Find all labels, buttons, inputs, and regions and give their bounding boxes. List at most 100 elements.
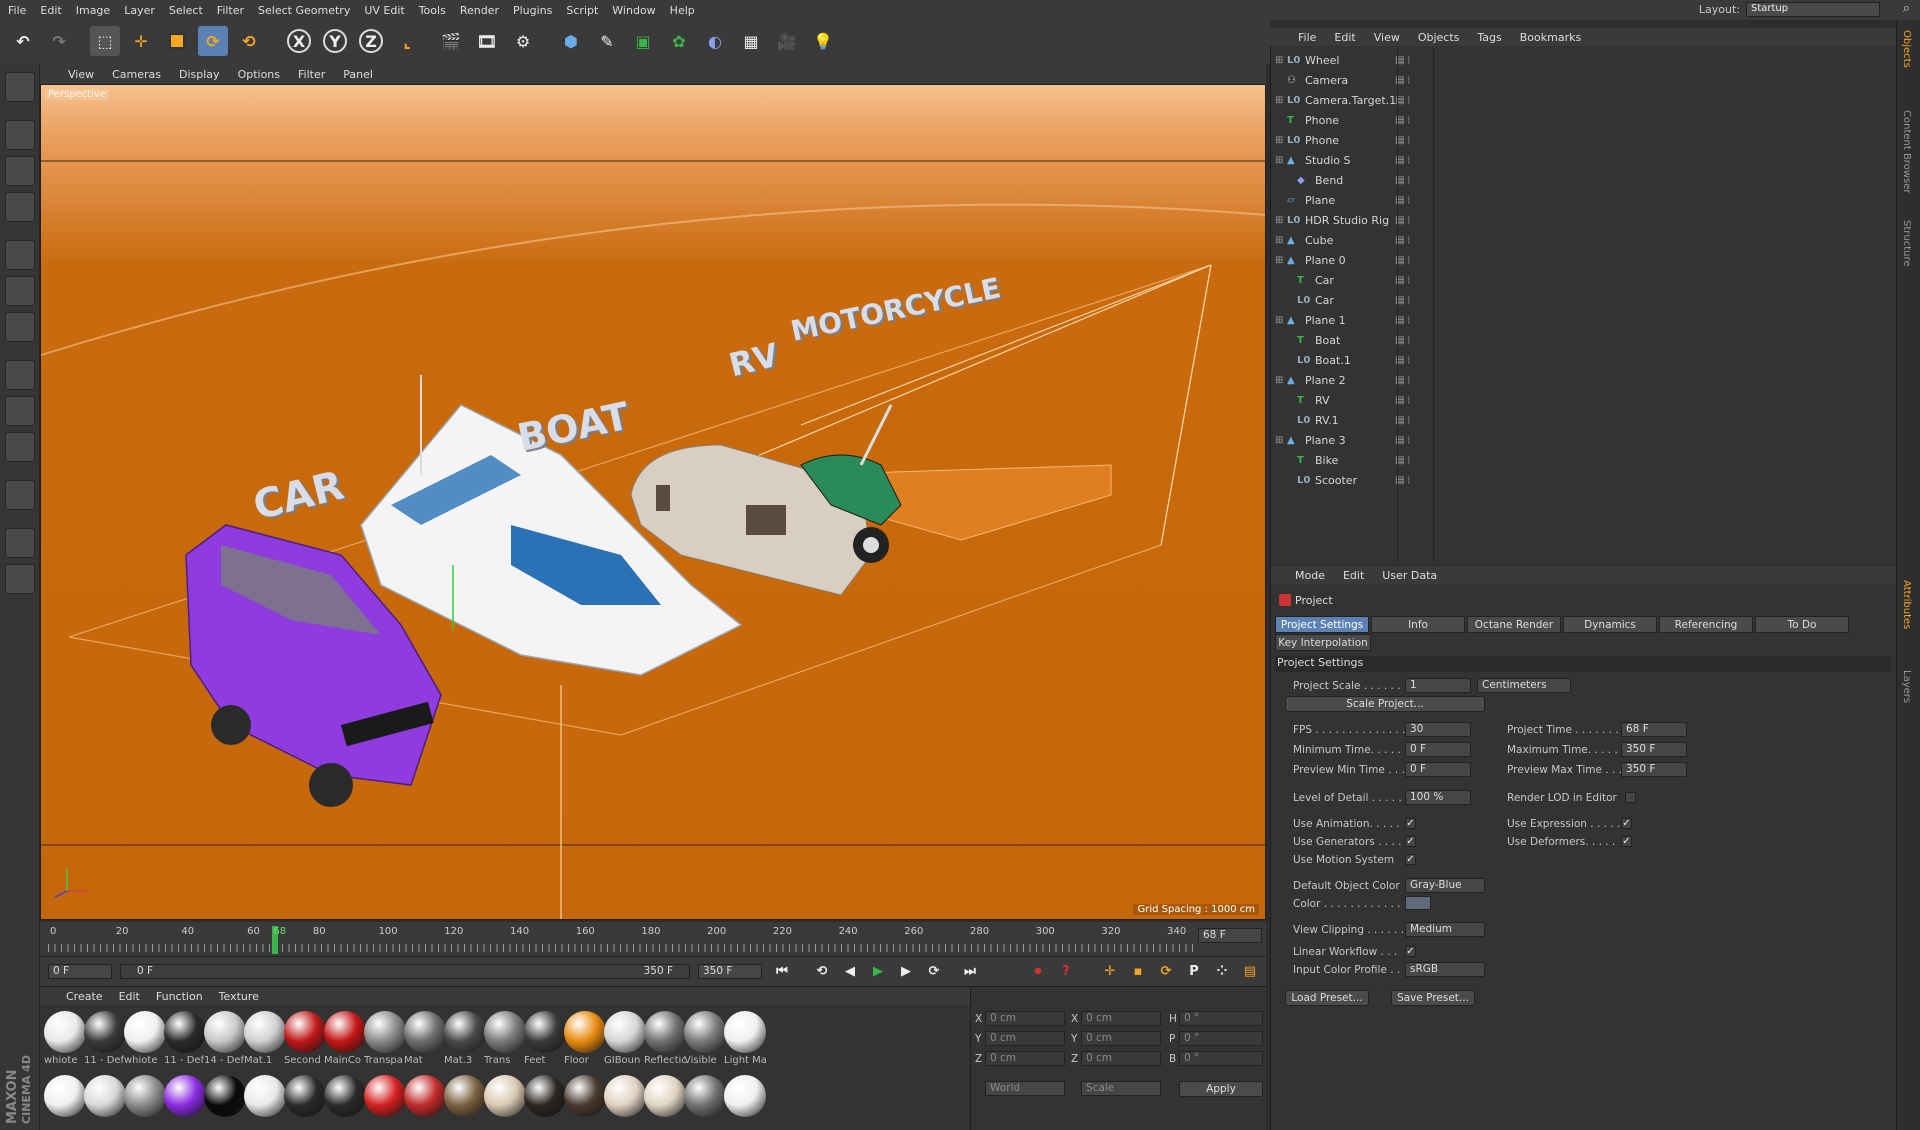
object-row[interactable]: L0 Car ⁞ ▤ — [1271, 290, 1897, 310]
expand-icon[interactable]: ⊞ — [1275, 55, 1283, 66]
object-menu-file[interactable]: File — [1298, 31, 1316, 44]
camera-icon[interactable]: 🎥 — [772, 26, 802, 56]
object-name[interactable]: Cube — [1305, 234, 1333, 247]
object-row[interactable]: ⊞ L0 Phone ⁞ ▤ — [1271, 130, 1897, 150]
input-color-profile-dropdown[interactable]: sRGB — [1405, 962, 1485, 977]
timeline-window-icon[interactable]: ▤ — [1238, 959, 1262, 983]
linear-workflow-checkbox[interactable]: ✓ — [1405, 946, 1416, 957]
time-range-slider[interactable]: 0 F 350 F — [120, 964, 690, 979]
viewport-menu-cameras[interactable]: Cameras — [112, 68, 161, 81]
visibility-icon[interactable]: ⁞ — [1407, 254, 1411, 267]
x-size-field[interactable]: 0 cm — [1081, 1011, 1161, 1026]
visibility-icon[interactable]: ⁞ — [1407, 234, 1411, 247]
object-name[interactable]: Boat.1 — [1315, 354, 1351, 367]
menu-item-script[interactable]: Script — [566, 4, 598, 17]
visibility-icon[interactable]: ⁞ — [1407, 274, 1411, 287]
render-settings-icon[interactable]: ⚙ — [508, 26, 538, 56]
material-swatch[interactable] — [124, 1075, 166, 1117]
visibility-icon[interactable]: ⁞ — [1407, 394, 1411, 407]
max-time-field[interactable]: 350 F — [1621, 742, 1687, 757]
menu-item-help[interactable]: Help — [670, 4, 695, 17]
object-name[interactable]: Plane 3 — [1305, 434, 1346, 447]
scale-tool-icon[interactable] — [162, 26, 192, 56]
visibility-icon[interactable]: ⁞ — [1407, 434, 1411, 447]
material-menu-function[interactable]: Function — [156, 990, 203, 1003]
visibility-icon[interactable]: ⁞ — [1407, 194, 1411, 207]
object-row[interactable]: ⊞ L0 Camera.Target.1 ⁞ ▤ — [1271, 90, 1897, 110]
make-editable-icon[interactable] — [5, 72, 35, 102]
object-row[interactable]: T RV ⁞ ▤ — [1271, 390, 1897, 410]
viewport-menu-filter[interactable]: Filter — [298, 68, 325, 81]
keyframe-pla-icon[interactable]: ⁘ — [1210, 959, 1234, 983]
x-position-field[interactable]: 0 cm — [985, 1011, 1065, 1026]
object-row[interactable]: ⊞ ▲ Cube ⁞ ▤ — [1271, 230, 1897, 250]
tab-octane-render[interactable]: Octane Render — [1467, 616, 1561, 633]
expand-icon[interactable]: ⊞ — [1275, 95, 1283, 106]
h-rotation-field[interactable]: 0 ° — [1179, 1011, 1263, 1026]
step-forward-icon[interactable]: ▶ — [894, 959, 918, 983]
y-axis-icon[interactable]: Y — [320, 26, 350, 56]
object-name[interactable]: Plane 2 — [1305, 374, 1346, 387]
expand-icon[interactable]: ⊞ — [1275, 135, 1283, 146]
select-tool-icon[interactable]: ⬚ — [90, 26, 120, 56]
tweak-mode-icon[interactable] — [5, 396, 35, 426]
magnet-icon[interactable] — [5, 480, 35, 510]
object-name[interactable]: Bend — [1315, 174, 1343, 187]
z-position-field[interactable]: 0 cm — [985, 1051, 1065, 1066]
material-swatch[interactable] — [404, 1075, 446, 1117]
goto-start-icon[interactable]: ⏮ — [770, 959, 794, 983]
layout-dropdown[interactable]: Startup — [1746, 2, 1880, 17]
object-name[interactable]: RV — [1315, 394, 1330, 407]
tab-to-do[interactable]: To Do — [1755, 616, 1849, 633]
object-menu-bookmarks[interactable]: Bookmarks — [1520, 31, 1581, 44]
visibility-icon[interactable]: ⁞ — [1407, 94, 1411, 107]
material-swatch[interactable] — [284, 1011, 326, 1053]
scale-unit-dropdown[interactable]: Centimeters — [1477, 678, 1571, 693]
visibility-icon[interactable]: ⁞ — [1407, 114, 1411, 127]
visibility-icon[interactable]: ⁞ — [1407, 474, 1411, 487]
attribute-menu-edit[interactable]: Edit — [1343, 569, 1364, 582]
material-swatch[interactable] — [204, 1075, 246, 1117]
cube-icon[interactable]: ⬢ — [556, 26, 586, 56]
object-row[interactable]: ⊞ ▲ Plane 3 ⁞ ▤ — [1271, 430, 1897, 450]
visibility-icon[interactable]: ⁞ — [1407, 74, 1411, 87]
project-time-field[interactable]: 68 F — [1621, 722, 1687, 737]
object-name[interactable]: HDR Studio Rig — [1305, 214, 1389, 227]
polygons-mode-icon[interactable] — [5, 312, 35, 342]
keyframe-rotate-icon[interactable]: ⟳ — [1154, 959, 1178, 983]
edges-mode-icon[interactable] — [5, 276, 35, 306]
z-size-field[interactable]: 0 cm — [1081, 1051, 1161, 1066]
visibility-icon[interactable]: ⁞ — [1407, 54, 1411, 67]
preview-max-field[interactable]: 350 F — [1621, 762, 1687, 777]
material-swatch[interactable] — [364, 1011, 406, 1053]
use-animation-checkbox[interactable]: ✓ — [1405, 818, 1416, 829]
material-swatch[interactable] — [364, 1075, 406, 1117]
menu-item-edit[interactable]: Edit — [40, 4, 61, 17]
points-mode-icon[interactable] — [5, 240, 35, 270]
layout-selector[interactable]: Layout: Startup ⌕ — [1699, 1, 1910, 17]
tab-dynamics[interactable]: Dynamics — [1563, 616, 1657, 633]
search-icon[interactable]: ⌕ — [1903, 1, 1910, 16]
object-name[interactable]: RV.1 — [1315, 414, 1339, 427]
autokey-icon[interactable]: ? — [1054, 959, 1078, 983]
object-row[interactable]: ⚇ Camera ⁞ ▤ — [1271, 70, 1897, 90]
expand-icon[interactable]: ⊞ — [1275, 155, 1283, 166]
goto-end-icon[interactable]: ⏭ — [958, 959, 982, 983]
scale-project-button[interactable]: Scale Project... — [1285, 696, 1485, 712]
expand-icon[interactable]: ⊞ — [1275, 255, 1283, 266]
material-swatch[interactable] — [44, 1075, 86, 1117]
lod-field[interactable]: 100 % — [1405, 790, 1471, 805]
material-swatch[interactable] — [484, 1011, 526, 1053]
keyframe-param-icon[interactable]: P — [1182, 959, 1206, 983]
use-deformers-checkbox[interactable]: ✓ — [1621, 836, 1632, 847]
snap-icon[interactable] — [5, 432, 35, 462]
visibility-icon[interactable]: ⁞ — [1407, 214, 1411, 227]
object-name[interactable]: Wheel — [1305, 54, 1339, 67]
material-swatch[interactable] — [404, 1011, 446, 1053]
material-swatch[interactable] — [604, 1075, 646, 1117]
object-row[interactable]: ⊞ ▲ Studio S ⁞ ▤ — [1271, 150, 1897, 170]
tab-key-interpolation[interactable]: Key Interpolation — [1275, 634, 1371, 651]
visibility-icon[interactable]: ⁞ — [1407, 334, 1411, 347]
redo-icon[interactable]: ↷ — [44, 26, 74, 56]
material-swatch[interactable] — [564, 1075, 606, 1117]
